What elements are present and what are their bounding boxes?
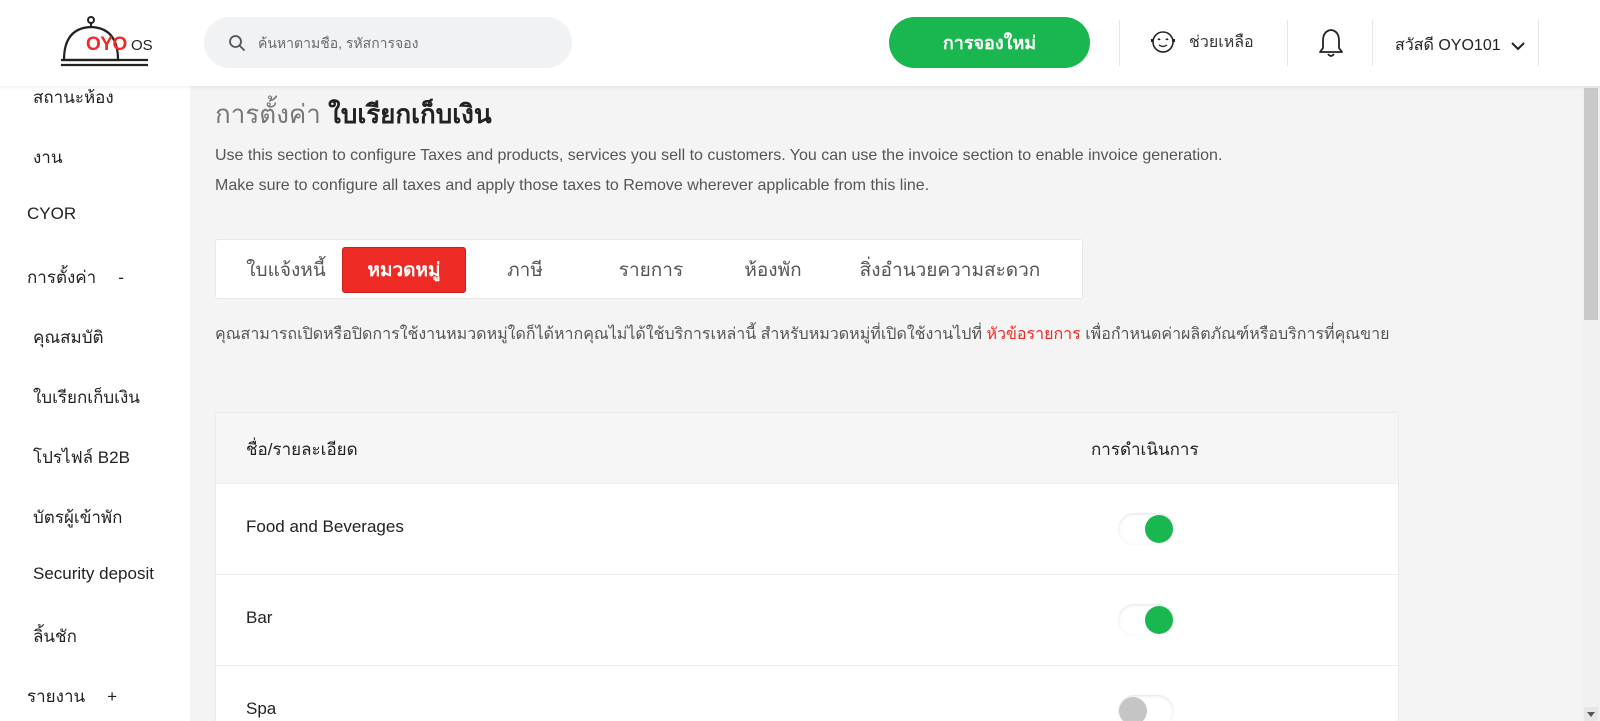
category-name: Food and Beverages (246, 517, 404, 536)
expand-toggle[interactable]: + (107, 687, 117, 706)
user-greeting: สวัสดี OYO101 (1395, 37, 1501, 54)
sidebar-item-invoices[interactable]: ใบเรียกเก็บเงิน (33, 384, 140, 411)
toggle-knob (1119, 697, 1147, 721)
support-agent-icon (1151, 31, 1175, 53)
categories-table: ชื่อ/รายละเอียด การดำเนินการ Food and Be… (215, 412, 1399, 721)
category-name: Bar (246, 608, 273, 627)
help-label: ช่วยเหลือ (1189, 33, 1254, 51)
sidebar-item-label: รายงาน (27, 687, 86, 706)
chevron-down-icon (1510, 41, 1525, 50)
help-link[interactable]: ช่วยเหลือ (1149, 28, 1254, 56)
sidebar-item-reports[interactable]: รายงาน + (27, 683, 117, 710)
tab-categories[interactable]: หมวดหมู่ (342, 247, 466, 293)
logo-text: OYO (86, 34, 127, 55)
sidebar-item-tasks[interactable]: งาน (33, 144, 62, 171)
sidebar-item-security-deposit[interactable]: Security deposit (33, 564, 154, 584)
category-toggle[interactable] (1118, 695, 1174, 721)
description-line: Use this section to configure Taxes and … (215, 147, 1223, 164)
page-title: การตั้งค่า ใบเรียกเก็บเงิน (215, 94, 492, 135)
divider (1287, 20, 1288, 66)
search-icon (229, 34, 245, 51)
toggle-knob (1145, 515, 1173, 543)
sidebar: สถานะห้อง งาน CYOR การตั้งค่า - คุณสมบัติ… (0, 86, 190, 721)
categories-info: คุณสามารถเปิดหรือปิดการใช้งานหมวดหมู่ใดก… (215, 320, 1400, 350)
invoice-tabs: ใบแจ้งหนี้ หมวดหมู่ ภาษี รายการ ห้องพัก … (215, 239, 1083, 299)
page-scrollbar[interactable] (1582, 86, 1600, 721)
items-section-link[interactable]: หัวข้อรายการ (986, 326, 1080, 343)
search-bar[interactable] (204, 17, 572, 68)
info-text: เพื่อกำหนดค่าผลิตภัณฑ์หรือบริการที่คุณขา… (1085, 326, 1390, 343)
divider (1372, 20, 1373, 66)
info-text: คุณสามารถเปิดหรือปิดการใช้งานหมวดหมู่ใดก… (215, 326, 982, 343)
category-toggle[interactable] (1118, 604, 1174, 636)
sidebar-item-label: โปรไฟล์ B2B (33, 448, 130, 467)
sidebar-item-label: คุณสมบัติ (33, 328, 104, 347)
sidebar-item-label: งาน (33, 148, 63, 167)
sidebar-item-label: CYOR (27, 204, 77, 223)
category-toggle[interactable] (1118, 513, 1174, 545)
sidebar-item-label: ลิ้นชัก (33, 627, 77, 646)
user-menu[interactable]: สวัสดี OYO101 (1395, 33, 1525, 58)
column-header-action: การดำเนินการ (1091, 440, 1199, 459)
collapse-toggle[interactable]: - (118, 268, 124, 287)
logo-os-text: OS (131, 37, 153, 54)
bell-icon[interactable] (1317, 27, 1345, 59)
search-input[interactable] (258, 34, 558, 51)
tab-rooms[interactable]: ห้องพัก (718, 247, 828, 293)
sidebar-item-settings[interactable]: การตั้งค่า - (27, 264, 124, 291)
top-bar: OYO OS การจองใหม่ ช่วยเหลือ สวัสดี OYO10… (0, 0, 1600, 86)
tab-amenities[interactable]: สิ่งอำนวยความสะดวก (828, 247, 1072, 293)
sidebar-item-label: สถานะห้อง (33, 88, 114, 107)
table-row: Bar (216, 574, 1398, 666)
sidebar-item-properties[interactable]: คุณสมบัติ (33, 324, 104, 351)
breadcrumb-current: ใบเรียกเก็บเงิน (328, 99, 492, 129)
sidebar-item-guest-cards[interactable]: บัตรผู้เข้าพัก (33, 504, 122, 531)
tab-taxes[interactable]: ภาษี (466, 247, 584, 293)
table-row: Food and Beverages (216, 483, 1398, 575)
description-line: Make sure to configure all taxes and app… (215, 177, 930, 194)
category-name: Spa (246, 699, 277, 718)
table-row: Spa (216, 665, 1398, 721)
tab-invoice[interactable]: ใบแจ้งหนี้ (230, 247, 342, 293)
scrollbar-thumb[interactable] (1584, 88, 1598, 320)
tab-items[interactable]: รายการ (584, 247, 718, 293)
section-description: Use this section to configure Taxes and … (215, 141, 1415, 201)
sidebar-item-b2b-profile[interactable]: โปรไฟล์ B2B (33, 444, 130, 471)
scroll-down-arrow-icon[interactable] (1584, 707, 1598, 721)
toggle-knob (1145, 606, 1173, 634)
divider (1119, 20, 1120, 66)
main-content: การตั้งค่า ใบเรียกเก็บเงิน Use this sect… (190, 86, 1582, 721)
sidebar-item-label: การตั้งค่า (27, 268, 97, 287)
sidebar-item-cyor[interactable]: CYOR (27, 204, 76, 224)
sidebar-item-drawer[interactable]: ลิ้นชัก (33, 623, 77, 650)
new-booking-button[interactable]: การจองใหม่ (889, 17, 1090, 68)
column-header-name: ชื่อ/รายละเอียด (246, 440, 358, 459)
sidebar-item-label: บัตรผู้เข้าพัก (33, 508, 123, 527)
sidebar-item-room-status[interactable]: สถานะห้อง (33, 86, 114, 111)
sidebar-item-label: ใบเรียกเก็บเงิน (33, 388, 140, 407)
table-header: ชื่อ/รายละเอียด การดำเนินการ (216, 413, 1398, 483)
sidebar-item-label: Security deposit (33, 564, 154, 583)
breadcrumb-settings[interactable]: การตั้งค่า (215, 99, 321, 129)
divider (1538, 20, 1539, 66)
